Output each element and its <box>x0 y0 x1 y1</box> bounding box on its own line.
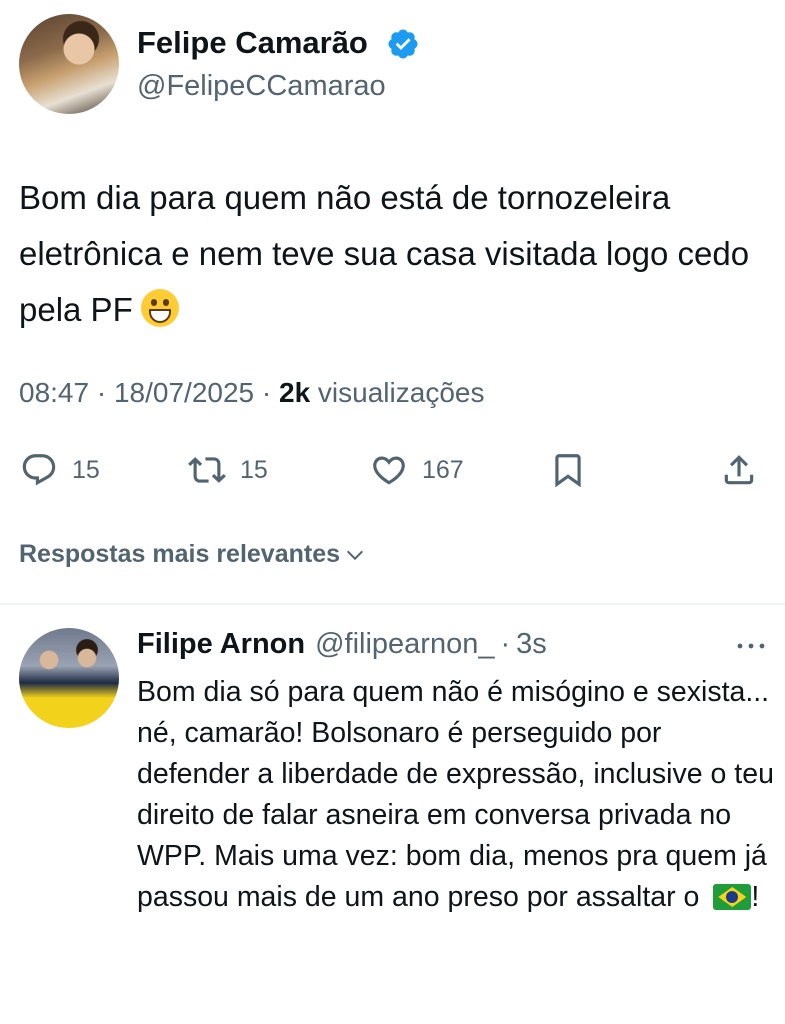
meta-separator: · <box>89 377 114 408</box>
reply-author-avatar[interactable] <box>19 628 119 728</box>
author-avatar[interactable] <box>19 14 119 114</box>
reply-body-end: ! <box>751 881 760 913</box>
tweet-date[interactable]: 18/07/2025 <box>114 377 254 408</box>
chevron-down-icon <box>346 550 364 560</box>
views-label: visualizações <box>310 377 485 408</box>
retweet-icon <box>188 457 226 483</box>
grinning-face-icon <box>140 289 179 327</box>
reply-header: Filipe Arnon @filipearnon_ · 3s <box>137 628 547 661</box>
reply-count: 15 <box>72 455 100 484</box>
tweet-text: Bom dia para quem não está de tornozelei… <box>19 170 779 338</box>
meta-separator: · <box>254 377 279 408</box>
author-handle[interactable]: @FelipeCCamarao <box>137 70 386 103</box>
share-button[interactable] <box>720 450 772 490</box>
reply-author-handle[interactable]: @filipearnon_ <box>315 628 494 661</box>
like-count: 167 <box>422 455 464 484</box>
retweet-count: 15 <box>240 455 268 484</box>
bookmark-icon <box>555 454 581 488</box>
sort-label: Respostas mais relevantes <box>19 540 341 568</box>
divider <box>0 603 785 605</box>
reply-author-name[interactable]: Filipe Arnon <box>137 628 305 661</box>
replies-sort-dropdown[interactable]: Respostas mais relevantes <box>19 540 366 569</box>
tweet-time[interactable]: 08:47 <box>19 377 89 408</box>
like-button[interactable]: 167 <box>370 450 464 490</box>
reply-body: Bom dia só para quem não é misógino e se… <box>137 676 774 913</box>
reply-icon <box>22 454 56 486</box>
reply-time[interactable]: 3s <box>516 628 547 661</box>
share-icon <box>724 455 754 485</box>
views-count: 2k <box>279 377 311 408</box>
more-options-icon[interactable] <box>735 640 767 652</box>
reply-separator: · <box>500 628 511 660</box>
tweet-meta: 08:47 · 18/07/2025 · 2k visualizações <box>19 377 484 409</box>
verified-badge-icon <box>388 29 418 59</box>
bookmark-button[interactable] <box>549 450 601 490</box>
reply-button[interactable]: 15 <box>20 450 100 490</box>
brazil-flag-icon <box>713 884 752 910</box>
reply-text: Bom dia só para quem não é misógino e se… <box>137 672 777 918</box>
tweet-body: Bom dia para quem não está de tornozelei… <box>19 179 750 328</box>
retweet-button[interactable]: 15 <box>188 450 268 490</box>
author-name[interactable]: Felipe Camarão <box>137 25 368 61</box>
heart-icon <box>373 456 405 485</box>
